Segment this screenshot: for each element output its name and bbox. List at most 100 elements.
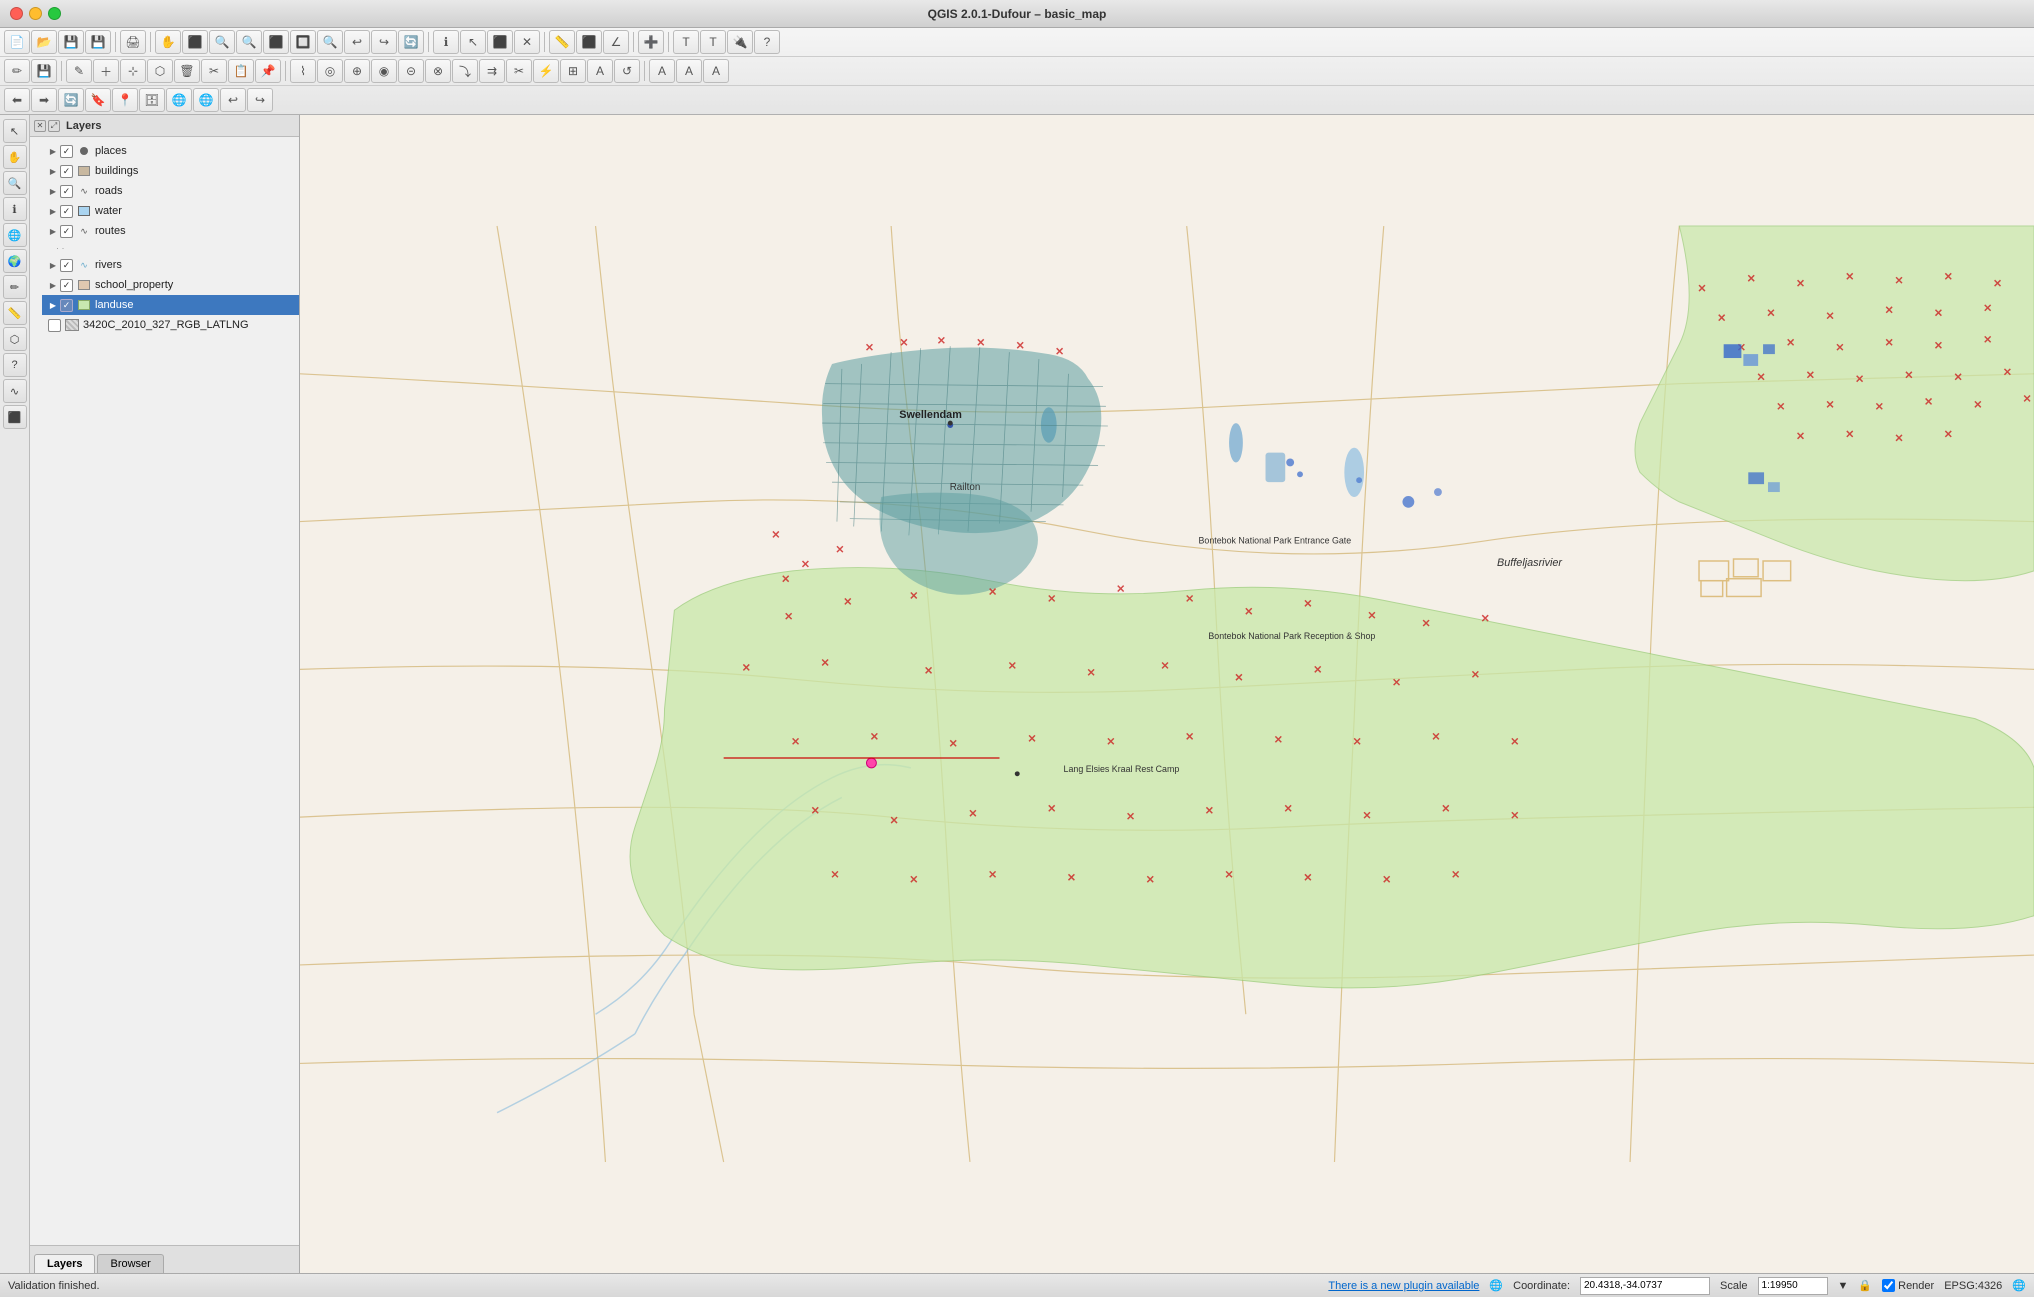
check-rivers[interactable]: ✓ bbox=[60, 259, 73, 272]
paste-features-btn[interactable]: 📌 bbox=[255, 59, 281, 83]
save-as-btn[interactable]: 💾 bbox=[85, 30, 111, 54]
layer-item-water[interactable]: ▶ ✓ water bbox=[42, 201, 299, 221]
red-btn[interactable]: ⬛ bbox=[3, 405, 27, 429]
zoom-tool[interactable]: 🔍 bbox=[3, 171, 27, 195]
undock-panel-btn[interactable]: ⤢ bbox=[48, 120, 60, 132]
merge-selected-btn[interactable]: ⊞ bbox=[560, 59, 586, 83]
map-canvas[interactable]: Swellendam Railton Bontebok National Par… bbox=[300, 115, 2034, 1273]
expand-landuse[interactable]: ▶ bbox=[48, 300, 58, 310]
zoom-to-previous-btn[interactable]: ↩ bbox=[344, 30, 370, 54]
scale-input[interactable] bbox=[1758, 1277, 1828, 1295]
identify-tool[interactable]: ℹ bbox=[3, 197, 27, 221]
copy-features-btn[interactable]: 📋 bbox=[228, 59, 254, 83]
measure-area-btn[interactable]: ⬛ bbox=[576, 30, 602, 54]
show-hide-label-btn[interactable]: A bbox=[703, 59, 729, 83]
measure-angle-btn[interactable]: ∠ bbox=[603, 30, 629, 54]
zoom-out-btn[interactable]: 🔍 bbox=[236, 30, 262, 54]
plugin-link[interactable]: There is a new plugin available bbox=[1328, 1280, 1479, 1292]
layer-item-buildings[interactable]: ▶ ✓ buildings bbox=[42, 161, 299, 181]
reload-btn[interactable]: 🔄 bbox=[58, 88, 84, 112]
layer-item-rivers[interactable]: ▶ ✓ ∿ rivers bbox=[42, 255, 299, 275]
maximize-button[interactable] bbox=[48, 7, 61, 20]
layer-item-places[interactable]: ▶ ✓ places bbox=[42, 141, 299, 161]
measure-btn[interactable]: 📏 bbox=[549, 30, 575, 54]
new-project-btn[interactable]: 📄 bbox=[4, 30, 30, 54]
expand-roads[interactable]: ▶ bbox=[48, 186, 58, 196]
add-spatialite-btn[interactable]: 📍 bbox=[112, 88, 138, 112]
render-checkbox[interactable] bbox=[1882, 1279, 1895, 1292]
deselect-btn[interactable]: ✕ bbox=[514, 30, 540, 54]
add-ring-btn[interactable]: ◎ bbox=[317, 59, 343, 83]
render-checkbox-label[interactable]: Render bbox=[1882, 1279, 1934, 1292]
expand-rivers[interactable]: ▶ bbox=[48, 260, 58, 270]
add-postgis-btn[interactable]: 🗄 bbox=[139, 88, 165, 112]
plugins-btn[interactable]: 🔌 bbox=[727, 30, 753, 54]
cut-features-btn[interactable]: ✂ bbox=[201, 59, 227, 83]
pan-map-btn[interactable]: ⬛ bbox=[182, 30, 208, 54]
node-tool2[interactable]: ⬡ bbox=[3, 327, 27, 351]
sidebar-close-buttons[interactable]: ✕ ⤢ bbox=[34, 120, 60, 132]
add-wms-btn[interactable]: 🌐 bbox=[166, 88, 192, 112]
back-btn[interactable]: ⬅ bbox=[4, 88, 30, 112]
pin-label-btn[interactable]: A bbox=[676, 59, 702, 83]
zoom-in-btn[interactable]: 🔍 bbox=[209, 30, 235, 54]
expand-school-property[interactable]: ▶ bbox=[48, 280, 58, 290]
earth-tool[interactable]: 🌍 bbox=[3, 249, 27, 273]
bookmark-btn[interactable]: 🔖 bbox=[85, 88, 111, 112]
zoom-to-next-btn[interactable]: ↪ bbox=[371, 30, 397, 54]
identify-btn[interactable]: ℹ bbox=[433, 30, 459, 54]
epsg-icon[interactable]: 🌐 bbox=[2012, 1279, 2026, 1292]
minimize-button[interactable] bbox=[29, 7, 42, 20]
add-part-btn[interactable]: ⊕ bbox=[344, 59, 370, 83]
merge-attr-btn[interactable]: A bbox=[587, 59, 613, 83]
check-raster[interactable] bbox=[48, 319, 61, 332]
measure-tool[interactable]: 📏 bbox=[3, 301, 27, 325]
rotate-point-btn[interactable]: ↺ bbox=[614, 59, 640, 83]
check-places[interactable]: ✓ bbox=[60, 145, 73, 158]
window-controls[interactable] bbox=[10, 7, 61, 20]
labeling-btn[interactable]: T bbox=[700, 30, 726, 54]
zoom-rubber-band-btn[interactable]: ⬛ bbox=[263, 30, 289, 54]
layer-item-raster[interactable]: 3420C_2010_327_RGB_LATLNG bbox=[30, 315, 299, 335]
check-buildings[interactable]: ✓ bbox=[60, 165, 73, 178]
select-feature-btn[interactable]: ↖ bbox=[460, 30, 486, 54]
pan-btn[interactable]: ✋ bbox=[155, 30, 181, 54]
refresh-btn[interactable]: 🔄 bbox=[398, 30, 424, 54]
layer-properties-btn[interactable]: T bbox=[673, 30, 699, 54]
undo-btn[interactable]: ↩ bbox=[220, 88, 246, 112]
delete-part-btn[interactable]: ⊗ bbox=[425, 59, 451, 83]
reshape-btn[interactable]: ⤵ bbox=[452, 59, 478, 83]
delete-selected-btn[interactable]: 🗑 bbox=[174, 59, 200, 83]
check-routes[interactable]: ✓ bbox=[60, 225, 73, 238]
fill-ring-btn[interactable]: ◉ bbox=[371, 59, 397, 83]
close-panel-btn[interactable]: ✕ bbox=[34, 120, 46, 132]
forward-btn[interactable]: ➡ bbox=[31, 88, 57, 112]
label-edit-btn[interactable]: A bbox=[649, 59, 675, 83]
check-roads[interactable]: ✓ bbox=[60, 185, 73, 198]
select-rect-btn[interactable]: ⬛ bbox=[487, 30, 513, 54]
layer-item-routes[interactable]: ▶ ✓ ∿ routes bbox=[42, 221, 299, 241]
expand-routes[interactable]: ▶ bbox=[48, 226, 58, 236]
layer-item-landuse[interactable]: ▶ ✓ landuse bbox=[42, 295, 299, 315]
select-tool[interactable]: ↖ bbox=[3, 119, 27, 143]
tab-layers[interactable]: Layers bbox=[34, 1254, 95, 1273]
delete-ring-btn[interactable]: ⊝ bbox=[398, 59, 424, 83]
add-layer-btn[interactable]: ➕ bbox=[638, 30, 664, 54]
wave-tool[interactable]: ∿ bbox=[3, 379, 27, 403]
close-button[interactable] bbox=[10, 7, 23, 20]
scale-arrow[interactable]: ▼ bbox=[1838, 1280, 1849, 1292]
layer-item-school-property[interactable]: ▶ ✓ school_property bbox=[42, 275, 299, 295]
split-parts-btn[interactable]: ⚡ bbox=[533, 59, 559, 83]
edit-toggle-btn[interactable]: ✏ bbox=[4, 59, 30, 83]
expand-places[interactable]: ▶ bbox=[48, 146, 58, 156]
open-project-btn[interactable]: 📂 bbox=[31, 30, 57, 54]
check-school-property[interactable]: ✓ bbox=[60, 279, 73, 292]
simplify-btn[interactable]: ⌇ bbox=[290, 59, 316, 83]
expand-raster[interactable] bbox=[36, 320, 46, 330]
digitize-btn[interactable]: ✎ bbox=[66, 59, 92, 83]
save-edits-btn[interactable]: 💾 bbox=[31, 59, 57, 83]
tab-browser[interactable]: Browser bbox=[97, 1254, 163, 1273]
help-btn[interactable]: ? bbox=[754, 30, 780, 54]
add-wcs-btn[interactable]: 🌐 bbox=[193, 88, 219, 112]
query-tool[interactable]: ? bbox=[3, 353, 27, 377]
